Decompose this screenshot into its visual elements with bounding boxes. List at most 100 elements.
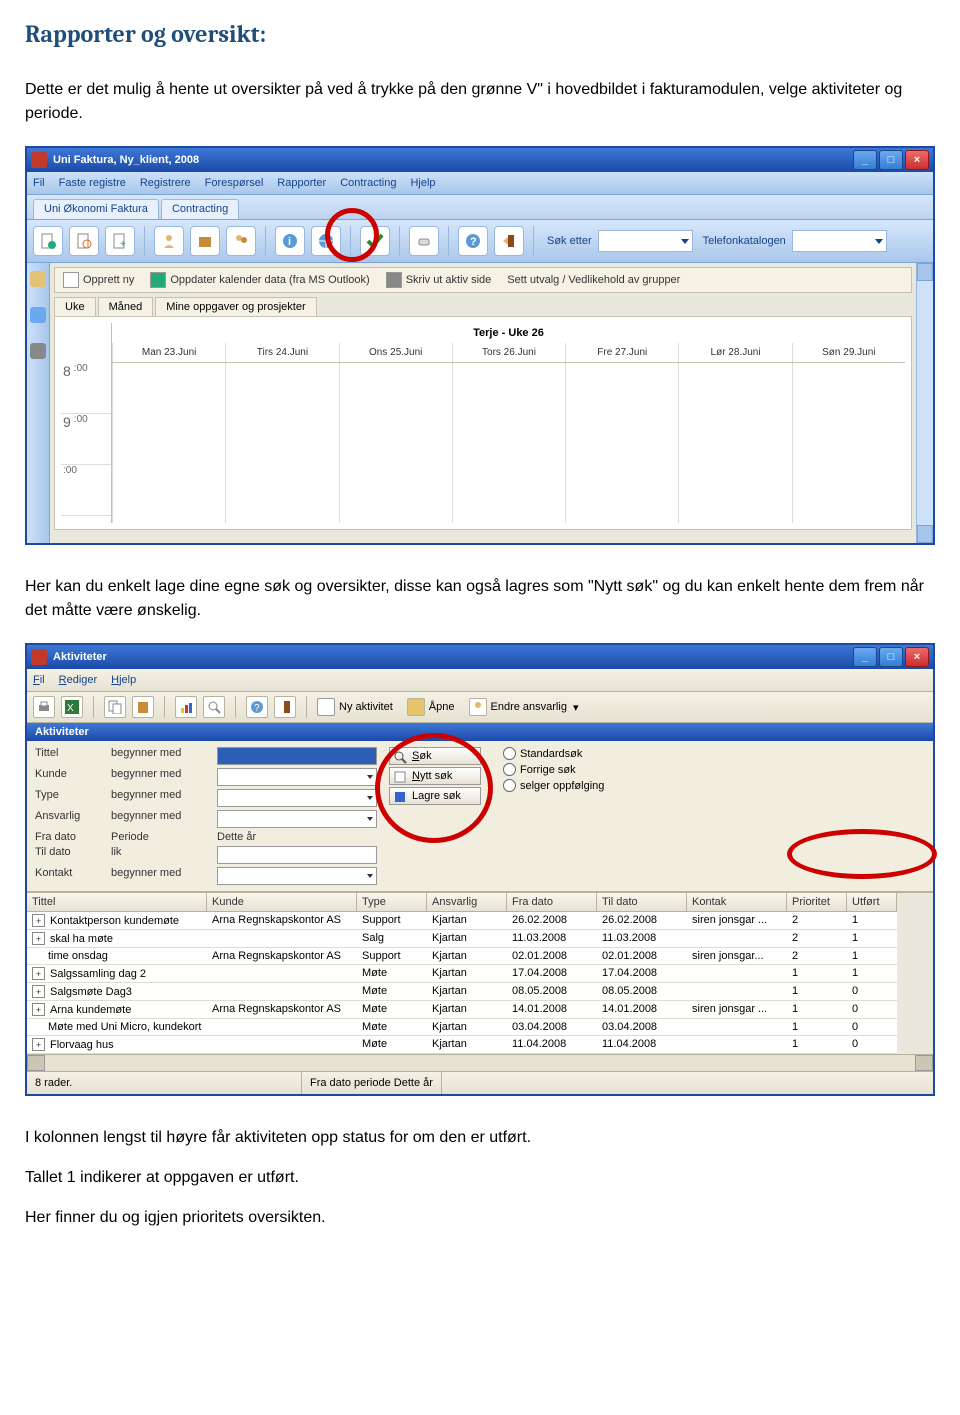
filter-value-5[interactable]: [217, 846, 377, 864]
column-header[interactable]: Tittel: [27, 893, 207, 912]
doc-search-icon[interactable]: [69, 226, 99, 256]
cell[interactable]: [687, 930, 787, 948]
menu-contracting[interactable]: Contracting: [340, 177, 396, 189]
radio-forrige-sok[interactable]: Forrige søk: [503, 763, 604, 776]
column-header[interactable]: Prioritet: [787, 893, 847, 912]
cell[interactable]: Kjartan: [427, 912, 507, 930]
column-header[interactable]: Utført: [847, 893, 897, 912]
person-icon[interactable]: [154, 226, 184, 256]
filter-value-0[interactable]: [217, 747, 377, 765]
nytt-sok-button[interactable]: Nytt søk: [389, 767, 481, 785]
column-header[interactable]: Ansvarlig: [427, 893, 507, 912]
sidebar-shortcut-1[interactable]: [30, 271, 46, 287]
menu-faste-registre[interactable]: Faste registre: [59, 177, 126, 189]
menu-fil[interactable]: Fil: [33, 674, 45, 686]
tab-uke[interactable]: Uke: [54, 297, 96, 316]
cell[interactable]: [207, 983, 357, 1001]
tab-mine-oppgaver[interactable]: Mine oppgaver og prosjekter: [155, 297, 316, 316]
sidebar-shortcut-3[interactable]: [30, 343, 46, 359]
close-button[interactable]: ×: [905, 150, 929, 170]
column-header[interactable]: Kontak: [687, 893, 787, 912]
menu-rediger[interactable]: Rediger: [59, 674, 98, 686]
exit-icon[interactable]: [494, 226, 524, 256]
cell[interactable]: 11.04.2008: [597, 1036, 687, 1054]
package-icon[interactable]: [190, 226, 220, 256]
cell[interactable]: 1: [787, 1019, 847, 1036]
day-tue[interactable]: Tirs 24.Juni: [225, 343, 338, 362]
cell[interactable]: [207, 1036, 357, 1054]
cell[interactable]: Møte: [357, 965, 427, 983]
cell[interactable]: Kjartan: [427, 1036, 507, 1054]
day-wed[interactable]: Ons 25.Juni: [339, 343, 452, 362]
table-row[interactable]: +Salgssamling dag 2: [27, 965, 207, 983]
day-mon[interactable]: Man 23.Juni: [112, 343, 225, 362]
cell[interactable]: Kjartan: [427, 948, 507, 965]
print-icon[interactable]: [33, 696, 55, 718]
cell[interactable]: 26.02.2008: [597, 912, 687, 930]
cell[interactable]: [687, 965, 787, 983]
cell[interactable]: 26.02.2008: [507, 912, 597, 930]
cell[interactable]: 14.01.2008: [507, 1001, 597, 1019]
tab-contracting[interactable]: Contracting: [161, 199, 239, 219]
cell[interactable]: [687, 1019, 787, 1036]
cell[interactable]: Kjartan: [427, 965, 507, 983]
table-row[interactable]: +Florvaag hus: [27, 1036, 207, 1054]
table-row[interactable]: +Salgsmøte Dag3: [27, 983, 207, 1001]
doc-new-icon[interactable]: [33, 226, 63, 256]
info-icon[interactable]: i: [275, 226, 305, 256]
title-bar[interactable]: Uni Faktura, Ny_klient, 2008 _ □ ×: [27, 148, 933, 172]
expand-icon[interactable]: +: [32, 914, 45, 927]
menu-hjelp[interactable]: Hjelp: [410, 177, 435, 189]
scroll-down-icon[interactable]: [917, 525, 933, 543]
cell[interactable]: 1: [847, 965, 897, 983]
sok-button[interactable]: Søk: [389, 747, 481, 765]
cell[interactable]: Support: [357, 948, 427, 965]
radio-selger-oppfolging[interactable]: selger oppfølging: [503, 779, 604, 792]
cell[interactable]: 11.03.2008: [597, 930, 687, 948]
cell[interactable]: siren jonsgar ...: [687, 1001, 787, 1019]
day-thu[interactable]: Tors 26.Juni: [452, 343, 565, 362]
cell[interactable]: Kjartan: [427, 1019, 507, 1036]
cell[interactable]: 14.01.2008: [597, 1001, 687, 1019]
expand-icon[interactable]: +: [32, 967, 45, 980]
cell[interactable]: Arna Regnskapskontor AS: [207, 912, 357, 930]
cell[interactable]: Møte: [357, 1001, 427, 1019]
filter-value-2[interactable]: [217, 789, 377, 807]
cell[interactable]: Support: [357, 912, 427, 930]
cell[interactable]: Kjartan: [427, 930, 507, 948]
endre-ansvarlig-button[interactable]: Endre ansvarlig▾: [469, 698, 579, 716]
cell[interactable]: 0: [847, 1019, 897, 1036]
lagre-sok-button[interactable]: Lagre søk: [389, 787, 481, 805]
menu-foresporsel[interactable]: Forespørsel: [205, 177, 264, 189]
title-bar[interactable]: Aktiviteter _ □ ×: [27, 645, 933, 669]
scroll-right-icon[interactable]: [915, 1055, 933, 1071]
column-header[interactable]: Fra dato: [507, 893, 597, 912]
cell[interactable]: Salg: [357, 930, 427, 948]
eraser-icon[interactable]: [409, 226, 439, 256]
day-sun[interactable]: Søn 29.Juni: [792, 343, 905, 362]
cell[interactable]: 03.04.2008: [507, 1019, 597, 1036]
table-row[interactable]: time onsdag: [27, 948, 207, 965]
cell[interactable]: 11.04.2008: [507, 1036, 597, 1054]
ny-aktivitet-button[interactable]: Ny aktivitet: [317, 698, 393, 716]
cell[interactable]: 2: [787, 912, 847, 930]
cell[interactable]: 17.04.2008: [597, 965, 687, 983]
cell[interactable]: siren jonsgar...: [687, 948, 787, 965]
cell[interactable]: 1: [787, 1001, 847, 1019]
expand-icon[interactable]: +: [32, 1038, 45, 1051]
minimize-button[interactable]: _: [853, 647, 877, 667]
cell[interactable]: Kjartan: [427, 983, 507, 1001]
tab-maned[interactable]: Måned: [98, 297, 154, 316]
activities-grid[interactable]: TittelKundeTypeAnsvarligFra datoTil dato…: [27, 892, 933, 1054]
cell[interactable]: 02.01.2008: [507, 948, 597, 965]
cell[interactable]: Arna Regnskapskontor AS: [207, 948, 357, 965]
oppdater-kalender[interactable]: Oppdater kalender data (fra MS Outlook): [150, 272, 369, 288]
cell[interactable]: 1: [787, 983, 847, 1001]
cell[interactable]: [687, 983, 787, 1001]
filter-value-1[interactable]: [217, 768, 377, 786]
exit-icon[interactable]: [274, 696, 296, 718]
green-check-icon[interactable]: [360, 226, 390, 256]
menu-rapporter[interactable]: Rapporter: [277, 177, 326, 189]
search-combo[interactable]: [598, 230, 693, 252]
filter-value-6[interactable]: [217, 867, 377, 885]
